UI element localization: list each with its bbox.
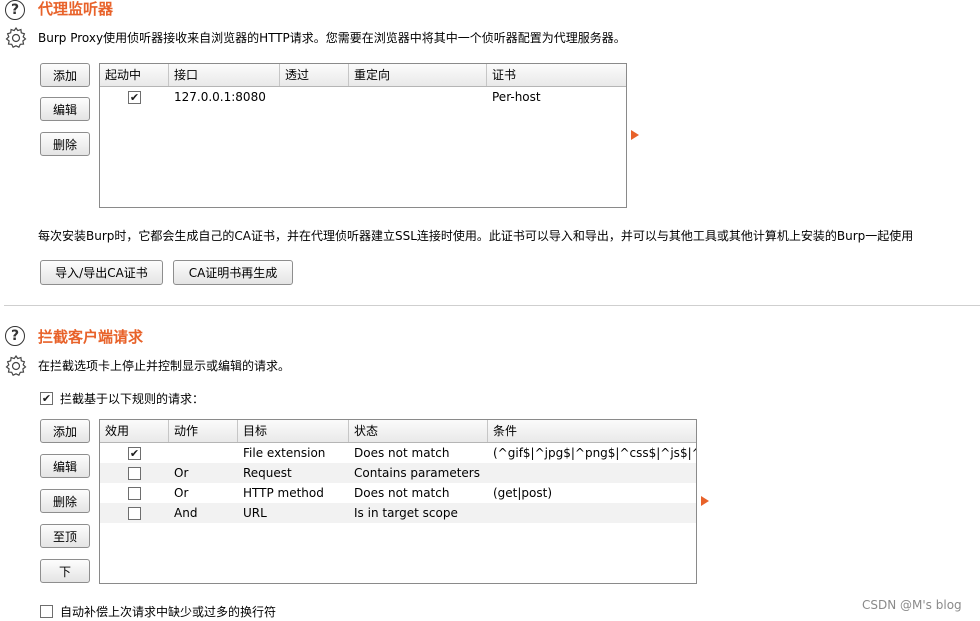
proxy-listeners-title: 代理监听器 <box>38 0 114 18</box>
add-listener-button[interactable]: 添加 <box>40 63 90 87</box>
rule-enabled-checkbox[interactable] <box>128 466 141 480</box>
redirect-cell <box>349 87 487 107</box>
rules-table-body: ✔ File extension Does not match (^gif$|^jpg… <box>100 443 696 523</box>
invisible-cell <box>280 87 349 107</box>
table-row[interactable]: Or HTTP method Does not match (get|post) <box>100 483 696 503</box>
edit-rule-button[interactable]: 编辑 <box>40 454 90 478</box>
condition-cell: (get|post) <box>493 486 553 500</box>
remove-listener-button[interactable]: 删除 <box>40 132 90 156</box>
running-checkbox[interactable]: ✔ <box>128 90 141 104</box>
operator-cell <box>169 443 238 463</box>
table-row[interactable]: And URL Is in target scope <box>100 503 696 523</box>
rule-enabled-checkbox[interactable]: ✔ <box>128 446 141 460</box>
auto-fix-newlines-toggle[interactable]: 自动补偿上次请求中缺少或过多的换行符 <box>40 603 276 620</box>
rule-enabled-checkbox[interactable] <box>128 486 141 500</box>
help-icon[interactable]: ? <box>5 0 25 20</box>
enabled-cell <box>100 463 169 483</box>
column-header[interactable]: 接口 <box>169 64 280 86</box>
watermark: CSDN @M's blog <box>862 598 962 612</box>
add-rule-button[interactable]: 添加 <box>40 419 90 443</box>
column-header[interactable]: 重定向 <box>349 64 487 86</box>
condition-cell <box>488 503 696 523</box>
operator-cell: Or <box>174 466 189 480</box>
listeners-table-header: 起动中 接口 透过 重定向 证书 <box>100 64 626 87</box>
intercept-client-title: 拦截客户端请求 <box>38 328 144 346</box>
gear-icon[interactable] <box>4 26 28 50</box>
enabled-cell <box>100 483 169 503</box>
rule-enabled-checkbox[interactable] <box>128 506 141 520</box>
column-header[interactable]: 目标 <box>238 420 349 442</box>
match-type-cell: File extension <box>243 446 326 460</box>
column-header[interactable]: 起动中 <box>100 64 169 86</box>
table-row[interactable]: Or Request Contains parameters <box>100 463 696 483</box>
match-type-cell: HTTP method <box>243 486 324 500</box>
table-row[interactable]: ✔ File extension Does not match (^gif$|^jpg… <box>100 443 696 463</box>
auto-fix-newlines-checkbox[interactable] <box>40 605 53 618</box>
relationship-cell: Contains parameters <box>354 466 480 480</box>
relationship-cell: Does not match <box>354 446 450 460</box>
enabled-cell <box>100 503 169 523</box>
column-header[interactable]: 状态 <box>349 420 488 442</box>
edit-listener-button[interactable]: 编辑 <box>40 97 90 121</box>
auto-fix-newlines-label: 自动补偿上次请求中缺少或过多的换行符 <box>60 605 277 619</box>
match-type-cell: Request <box>243 466 292 480</box>
column-header[interactable]: 透过 <box>280 64 349 86</box>
relationship-cell: Is in target scope <box>354 506 458 520</box>
intercept-rules-table: 效用 动作 目标 状态 条件 ✔ File extension Does not m… <box>99 419 697 584</box>
ca-description: 每次安装Burp时，它都会生成自己的CA证书，并在代理侦听器建立SSL连接时使用… <box>38 229 914 243</box>
section-divider <box>4 305 980 306</box>
listeners-table: 起动中 接口 透过 重定向 证书 ✔ 127.0.0.1:8080 Per-ho… <box>99 63 627 208</box>
enabled-cell: ✔ <box>100 443 169 463</box>
relationship-cell: Does not match <box>354 486 450 500</box>
table-row[interactable]: ✔ 127.0.0.1:8080 Per-host <box>100 87 626 107</box>
operator-cell: Or <box>174 486 189 500</box>
remove-rule-button[interactable]: 删除 <box>40 489 90 513</box>
column-header[interactable]: 证书 <box>487 64 626 86</box>
gear-icon[interactable] <box>4 354 28 378</box>
regenerate-ca-button[interactable]: CA证明书再生成 <box>173 260 293 285</box>
condition-cell <box>488 463 696 483</box>
column-header[interactable]: 动作 <box>169 420 238 442</box>
match-type-cell: URL <box>243 506 267 520</box>
intercept-rules-toggle[interactable]: ✔ 拦截基于以下规则的请求： <box>40 390 204 407</box>
proxy-listeners-description: Burp Proxy使用侦听器接收来自浏览器的HTTP请求。您需要在浏览器中将其… <box>38 31 626 45</box>
running-cell: ✔ <box>100 87 169 107</box>
certificate-cell: Per-host <box>492 90 541 104</box>
operator-cell: And <box>174 506 198 520</box>
intercept-client-description: 在拦截选项卡上停止并控制显示或编辑的请求。 <box>38 359 291 373</box>
help-icon[interactable]: ? <box>5 326 25 346</box>
interface-cell: 127.0.0.1:8080 <box>174 90 266 104</box>
expand-arrow-icon[interactable] <box>701 496 709 506</box>
intercept-rules-label: 拦截基于以下规则的请求： <box>60 392 205 406</box>
move-down-button[interactable]: 下 <box>40 559 90 583</box>
rules-table-header: 效用 动作 目标 状态 条件 <box>100 420 696 443</box>
move-up-button[interactable]: 至顶 <box>40 524 90 548</box>
expand-arrow-icon[interactable] <box>631 130 639 140</box>
column-header[interactable]: 条件 <box>488 420 696 442</box>
import-export-ca-button[interactable]: 导入/导出CA证书 <box>40 260 163 285</box>
column-header[interactable]: 效用 <box>100 420 169 442</box>
condition-cell: (^gif$|^jpg$|^png$|^css$|^js$|^ico$) <box>493 446 696 460</box>
intercept-rules-checkbox[interactable]: ✔ <box>40 392 53 405</box>
